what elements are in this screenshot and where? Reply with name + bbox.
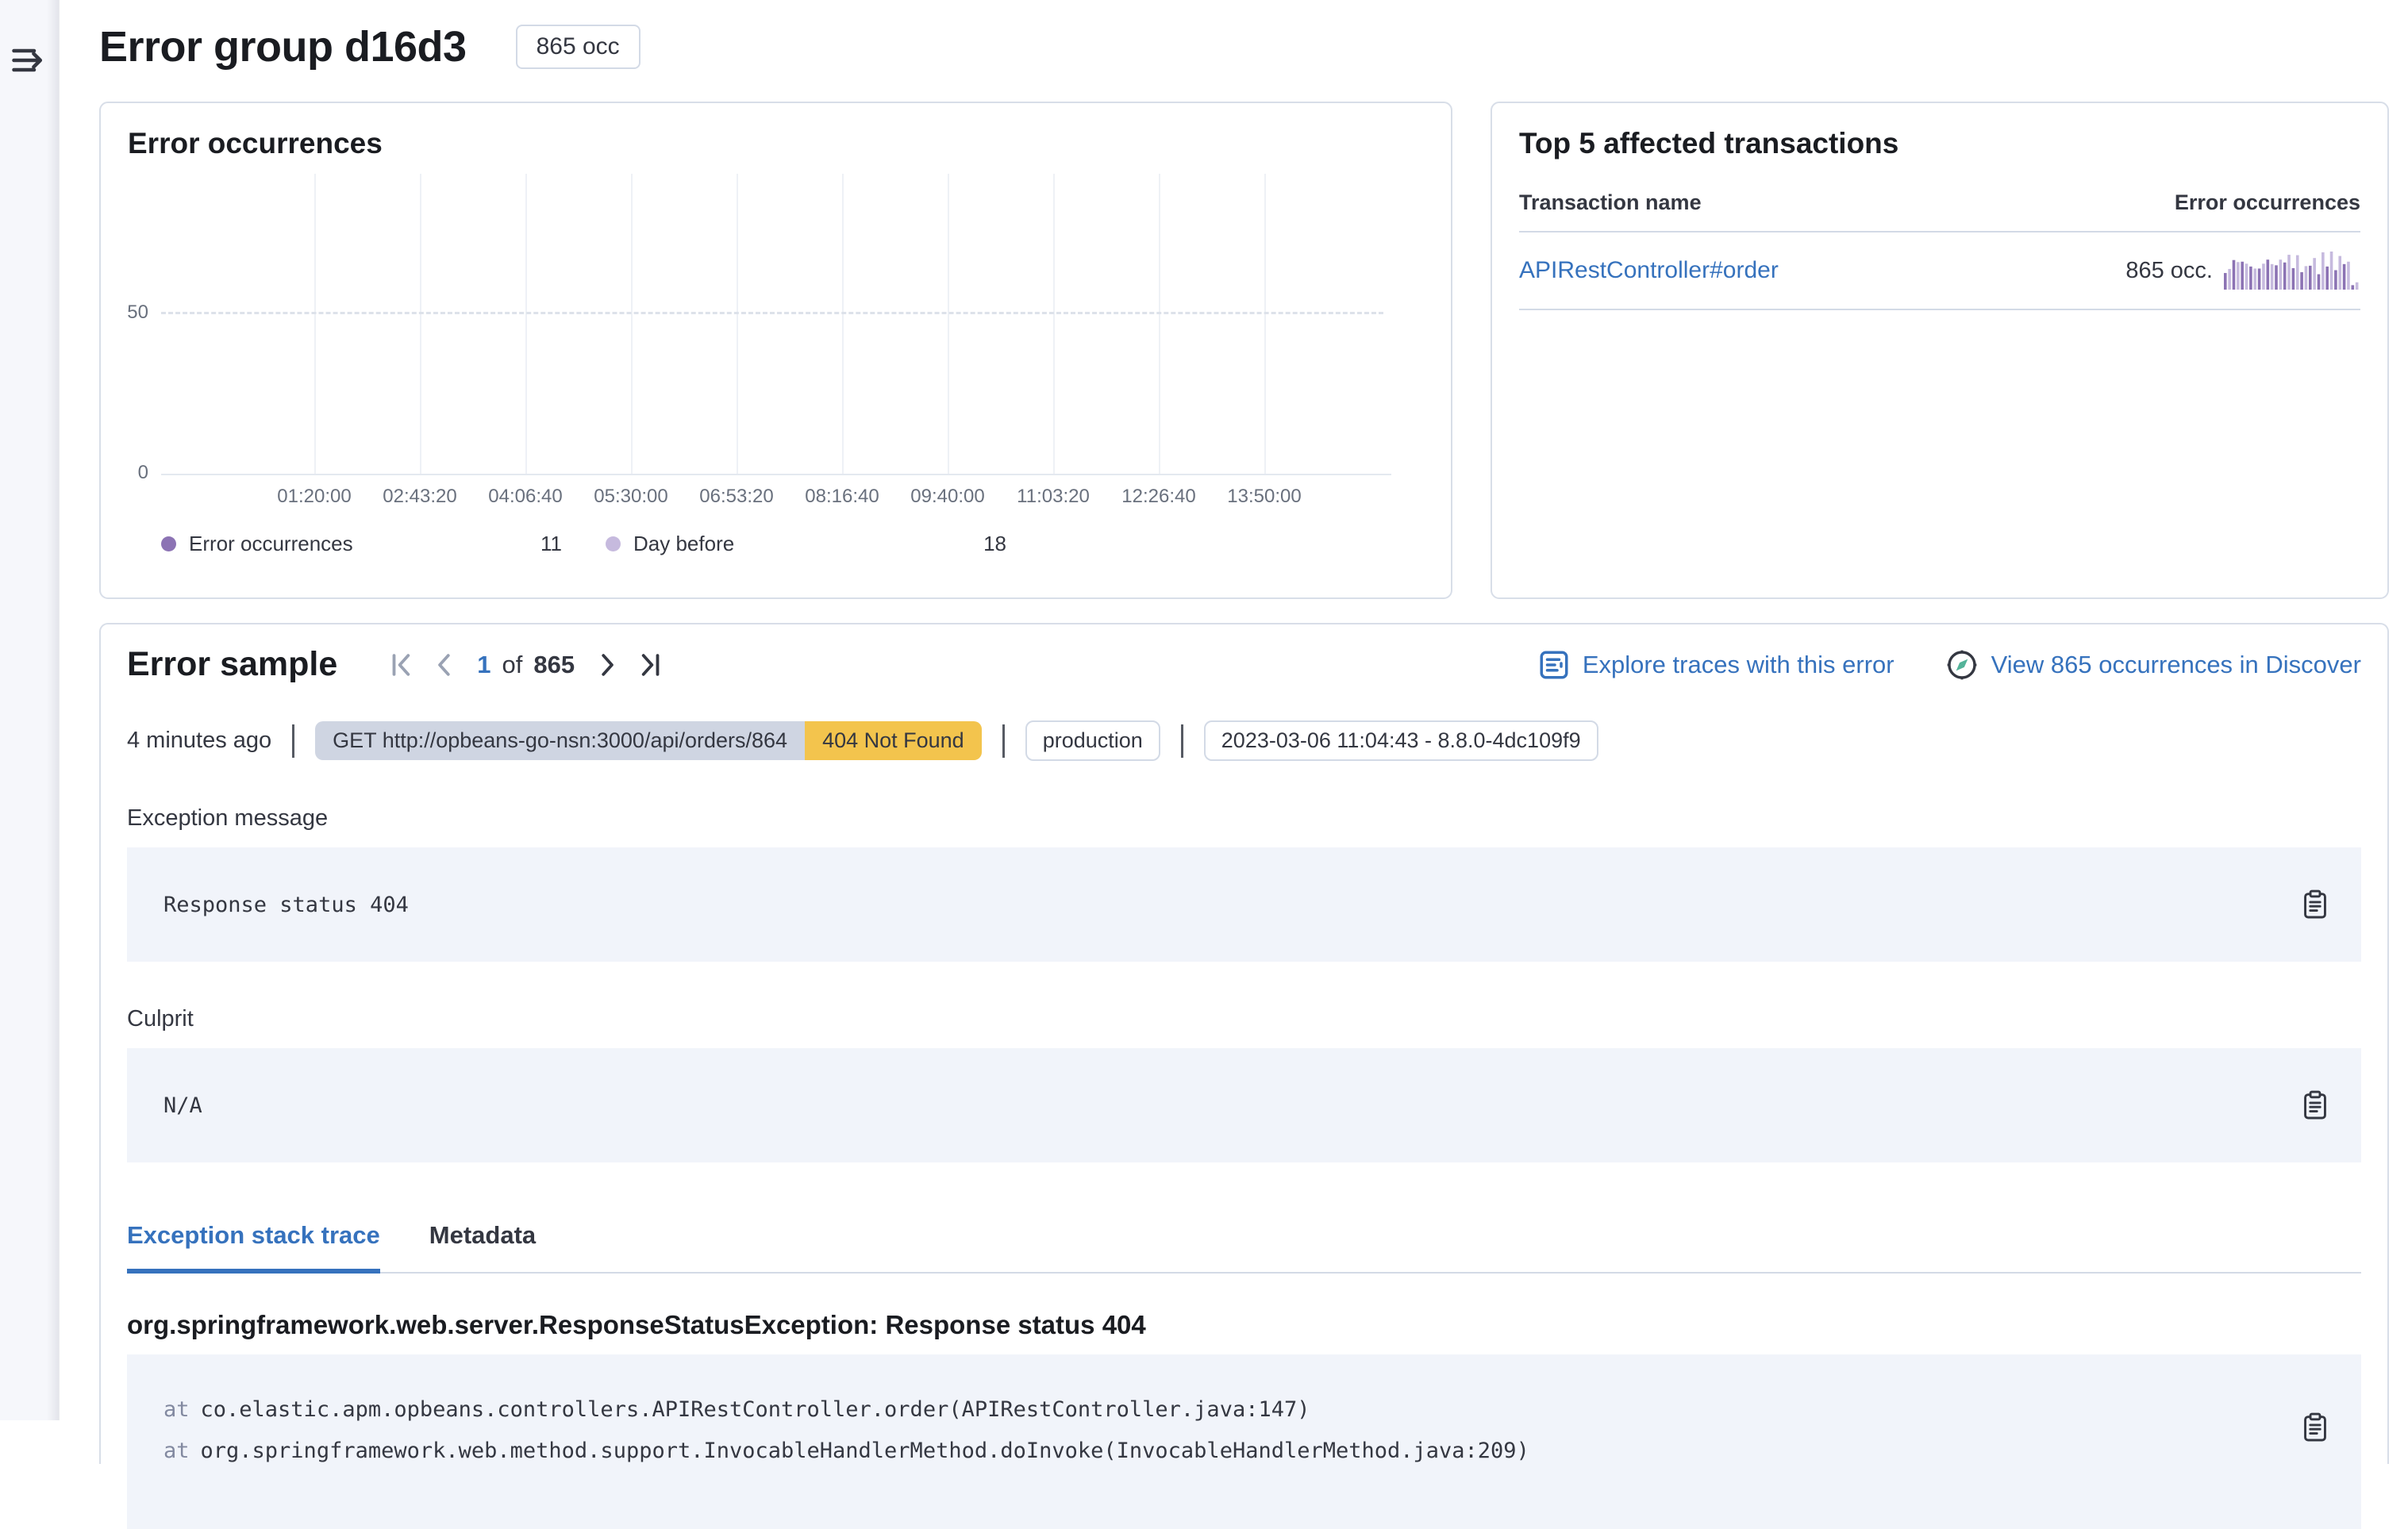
view-in-discover-link[interactable]: View 865 occurrences in Discover (1945, 648, 2361, 682)
tab-exception-stack-trace[interactable]: Exception stack trace (127, 1221, 380, 1274)
sample-pagination: 1 of 865 (383, 647, 668, 683)
apm-trace-icon (1538, 649, 1570, 681)
explore-traces-link[interactable]: Explore traces with this error (1538, 649, 1894, 681)
legend-label: Error occurrences (189, 532, 353, 556)
x-tick-label: 02:43:20 (383, 486, 456, 508)
copy-clipboard-icon (2301, 1089, 2333, 1121)
previous-page-button[interactable] (426, 647, 463, 683)
first-page-button[interactable] (383, 647, 420, 683)
x-tick-label: 09:40:00 (910, 486, 984, 508)
service-version-badge: 2023-03-06 11:04:43 - 8.8.0-4dc109f9 (1204, 720, 1598, 761)
occurrences-count-badge: 865 occ (516, 25, 640, 69)
expand-menu-button[interactable] (10, 41, 48, 79)
menu-arrow-right-icon (10, 41, 48, 79)
stack-frame-line: atorg.springframework.web.method.support… (163, 1431, 2325, 1472)
page-header: Error group d16d3 865 occ (99, 22, 2389, 71)
view-in-discover-label: View 865 occurrences in Discover (1991, 651, 2361, 679)
stack-frames: atco.elastic.apm.opbeans.controllers.API… (163, 1389, 2325, 1472)
transactions-table: Transaction name Error occurrences APIRe… (1519, 190, 2360, 310)
collapsed-nav-sidebar (0, 0, 59, 1420)
y-axis-tick-50: 50 (102, 302, 148, 324)
x-tick-label: 11:03:20 (1017, 486, 1090, 508)
bar-series (161, 174, 1383, 474)
x-tick-label: 04:06:40 (488, 486, 562, 508)
chart-legend: Error occurrences 11 Day before 18 (161, 532, 1006, 556)
last-page-button[interactable] (632, 647, 668, 683)
culprit-label: Culprit (127, 1006, 2361, 1032)
legend-label: Day before (633, 532, 734, 556)
copy-clipboard-icon (2301, 889, 2333, 920)
request-method-url-badge: GET http://opbeans-go-nsn:3000/api/order… (315, 721, 805, 760)
next-page-button[interactable] (589, 647, 625, 683)
exception-message-value: Response status 404 (163, 893, 409, 917)
copy-button[interactable] (2301, 887, 2333, 922)
legend-dot-icon (161, 536, 176, 551)
divider (1181, 724, 1183, 758)
exception-heading: org.springframework.web.server.ResponseS… (127, 1310, 2361, 1340)
explore-traces-label: Explore traces with this error (1583, 651, 1894, 679)
y-axis-tick-0: 0 (102, 462, 148, 484)
error-occurrences-panel: Error occurrences 50 0 01:20:00 02:43:20 0… (99, 102, 1452, 599)
legend-value: 11 (540, 532, 562, 556)
column-transaction-name: Transaction name (1519, 190, 1702, 215)
pagination-of-label: of (502, 651, 523, 679)
first-page-icon (387, 650, 417, 680)
chart-plot-area (161, 174, 1383, 474)
x-tick-label: 05:30:00 (594, 486, 667, 508)
copy-button[interactable] (2301, 1410, 2333, 1445)
chevron-left-icon (429, 650, 460, 680)
legend-item[interactable]: Error occurrences 11 (161, 532, 562, 556)
legend-value: 18 (983, 532, 1006, 556)
x-tick-label: 06:53:20 (699, 486, 773, 508)
stack-trace-block: atco.elastic.apm.opbeans.controllers.API… (127, 1354, 2361, 1529)
x-tick-label: 01:20:00 (277, 486, 351, 508)
culprit-block: N/A (127, 1048, 2361, 1162)
error-sample-header: Error sample 1 of 865 (127, 645, 2361, 684)
chevron-right-icon (592, 650, 622, 680)
x-axis-line (161, 474, 1391, 475)
legend-item[interactable]: Day before 18 (606, 532, 1006, 556)
http-status-badge: 404 Not Found (805, 721, 982, 760)
error-sample-title: Error sample (127, 645, 337, 684)
culprit-value: N/A (163, 1093, 202, 1118)
copy-button[interactable] (2301, 1088, 2333, 1123)
request-status-badge: GET http://opbeans-go-nsn:3000/api/order… (315, 721, 982, 760)
error-occurrences-panel-title: Error occurrences (128, 127, 1424, 160)
error-sample-panel: Error sample 1 of 865 (99, 623, 2389, 1464)
discover-compass-icon (1945, 648, 1979, 682)
page-title: Error group d16d3 (99, 22, 467, 71)
x-tick-label: 08:16:40 (805, 486, 879, 508)
sample-tabs: Exception stack trace Metadata (127, 1221, 2361, 1274)
current-page-number: 1 (477, 651, 490, 679)
legend-dot-icon (606, 536, 621, 551)
x-tick-label: 12:26:40 (1121, 486, 1195, 508)
column-error-occurrences: Error occurrences (2175, 190, 2360, 215)
exception-message-label: Exception message (127, 805, 2361, 832)
exception-message-block: Response status 404 (127, 847, 2361, 962)
x-tick-label: 13:50:00 (1227, 486, 1301, 508)
divider (292, 724, 294, 758)
copy-clipboard-icon (2301, 1412, 2333, 1443)
transaction-link[interactable]: APIRestController#order (1519, 257, 1779, 284)
top-transactions-panel: Top 5 affected transactions Transaction … (1491, 102, 2389, 599)
error-meta-row: 4 minutes ago GET http://opbeans-go-nsn:… (127, 720, 2361, 761)
last-page-icon (635, 650, 665, 680)
table-row: APIRestController#order 865 occ. (1519, 232, 2360, 310)
tab-metadata[interactable]: Metadata (429, 1221, 536, 1274)
error-group-page: Error group d16d3 865 occ Error occurren… (59, 0, 2408, 1420)
top-transactions-title: Top 5 affected transactions (1519, 127, 2360, 160)
environment-badge: production (1025, 720, 1160, 761)
divider (1002, 724, 1005, 758)
transaction-occurrences-value: 865 occ. (2125, 258, 2213, 284)
transactions-table-header: Transaction name Error occurrences (1519, 190, 2360, 232)
occurrences-sparkline (2224, 247, 2360, 294)
total-pages: 865 (533, 651, 575, 679)
stack-frame-line: atco.elastic.apm.opbeans.controllers.API… (163, 1389, 2325, 1431)
timestamp-relative: 4 minutes ago (127, 728, 271, 754)
